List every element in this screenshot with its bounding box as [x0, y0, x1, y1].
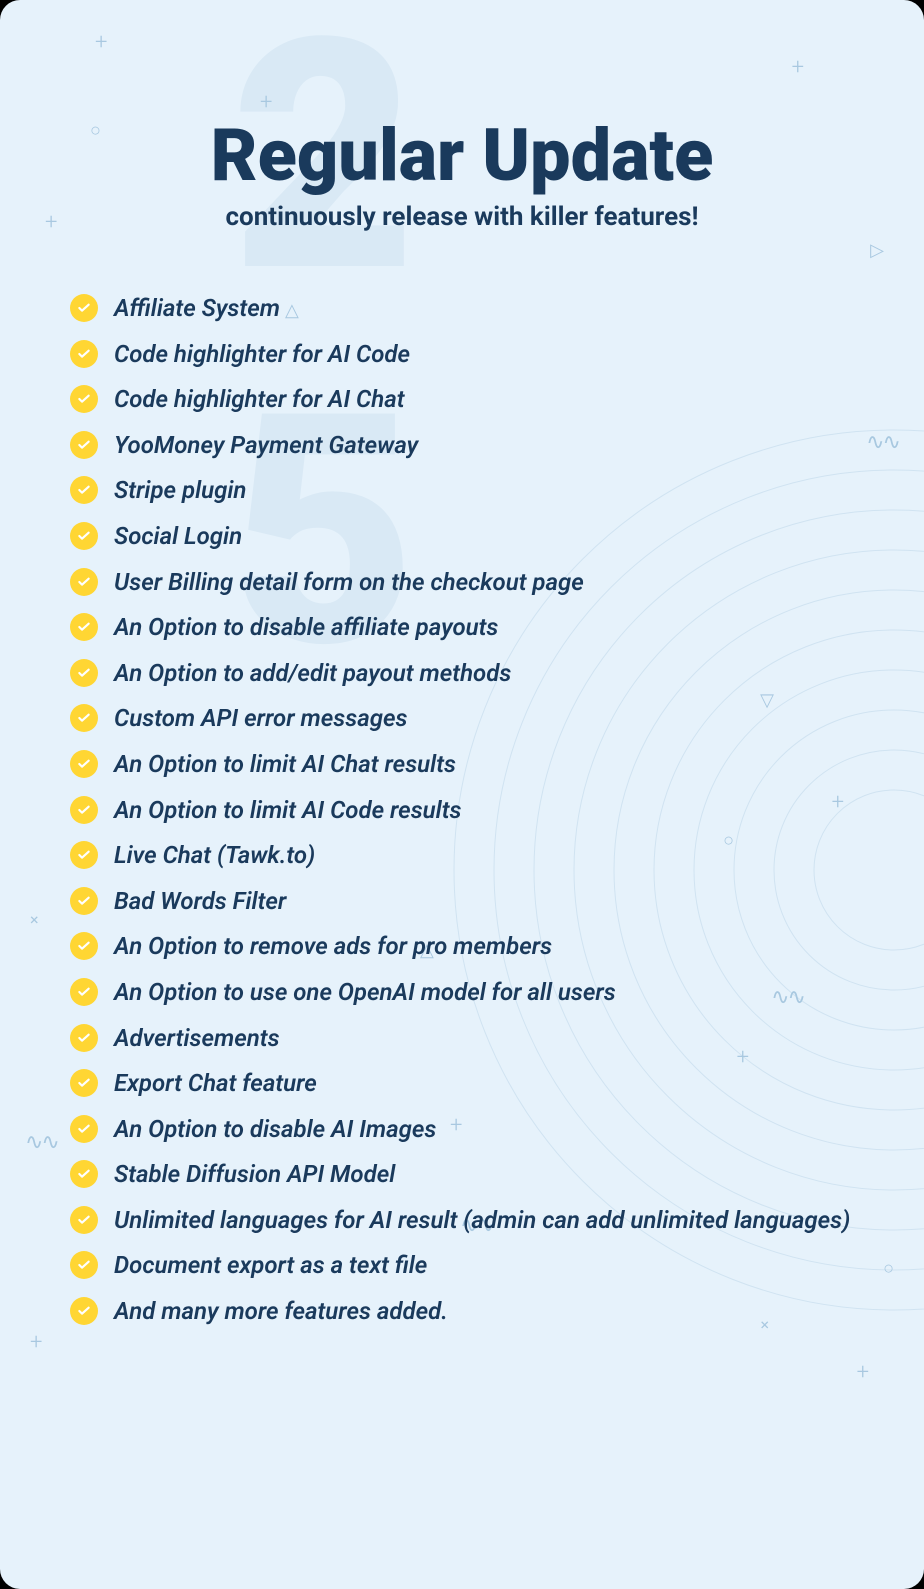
feature-item: Unlimited languages for AI result (admin…: [70, 1204, 854, 1238]
feature-item: Live Chat (Tawk.to): [70, 839, 854, 873]
feature-text: Code highlighter for AI Code: [114, 338, 410, 372]
feature-text: An Option to remove ads for pro members: [114, 930, 552, 964]
check-icon: [70, 932, 98, 960]
feature-item: Custom API error messages: [70, 702, 854, 736]
feature-text: And many more features added.: [114, 1295, 448, 1329]
check-icon: [70, 841, 98, 869]
feature-text: An Option to disable AI Images: [114, 1113, 436, 1147]
check-icon: [70, 887, 98, 915]
feature-text: An Option to use one OpenAI model for al…: [114, 976, 616, 1010]
feature-item: Export Chat feature: [70, 1067, 854, 1101]
feature-item: An Option to add/edit payout methods: [70, 657, 854, 691]
check-icon: [70, 431, 98, 459]
check-icon: [70, 796, 98, 824]
feature-item: And many more features added.: [70, 1295, 854, 1329]
check-icon: [70, 340, 98, 368]
feature-list: Affiliate System Code highlighter for AI …: [70, 292, 854, 1329]
check-icon: [70, 1069, 98, 1097]
update-card: 2 5 + + ○ + + △ ▷ ∿∿ ○ ▽ + ○ × △ ∿∿ + + …: [0, 0, 924, 1589]
feature-text: Custom API error messages: [114, 702, 407, 736]
deco-circle-icon: ○: [883, 1258, 894, 1279]
feature-item: Social Login: [70, 520, 854, 554]
check-icon: [70, 568, 98, 596]
feature-text: Live Chat (Tawk.to): [114, 839, 315, 873]
feature-item: An Option to disable AI Images: [70, 1113, 854, 1147]
feature-item: Document export as a text file: [70, 1249, 854, 1283]
feature-item: Advertisements: [70, 1022, 854, 1056]
feature-text: An Option to disable affiliate payouts: [114, 611, 498, 645]
feature-item: An Option to remove ads for pro members: [70, 930, 854, 964]
feature-text: Unlimited languages for AI result (admin…: [114, 1204, 850, 1238]
feature-text: Stripe plugin: [114, 474, 246, 508]
feature-item: Affiliate System: [70, 292, 854, 326]
feature-text: An Option to limit AI Code results: [114, 794, 462, 828]
check-icon: [70, 704, 98, 732]
deco-x-icon: ×: [30, 910, 39, 929]
feature-text: Affiliate System: [114, 292, 280, 326]
feature-text: Stable Diffusion API Model: [114, 1158, 395, 1192]
check-icon: [70, 1206, 98, 1234]
deco-triangle-icon: ▷: [870, 240, 884, 261]
check-icon: [70, 522, 98, 550]
feature-item: YooMoney Payment Gateway: [70, 429, 854, 463]
card-title: Regular Update: [70, 120, 854, 192]
feature-item: An Option to disable affiliate payouts: [70, 611, 854, 645]
feature-text: Bad Words Filter: [114, 885, 286, 919]
deco-plus-icon: +: [792, 55, 804, 80]
card-subtitle: continuously release with killer feature…: [70, 202, 854, 232]
feature-text: An Option to add/edit payout methods: [114, 657, 511, 691]
feature-text: Document export as a text file: [114, 1249, 427, 1283]
check-icon: [70, 1251, 98, 1279]
feature-text: Export Chat feature: [114, 1067, 317, 1101]
check-icon: [70, 294, 98, 322]
deco-squiggle-icon: ∿∿: [866, 430, 899, 455]
check-icon: [70, 659, 98, 687]
check-icon: [70, 750, 98, 778]
deco-plus-icon: +: [95, 30, 107, 55]
feature-text: Advertisements: [114, 1022, 280, 1056]
feature-text: An Option to limit AI Chat results: [114, 748, 456, 782]
feature-item: An Option to limit AI Code results: [70, 794, 854, 828]
feature-text: Social Login: [114, 520, 242, 554]
deco-plus-icon: +: [857, 1360, 869, 1385]
feature-item: Bad Words Filter: [70, 885, 854, 919]
deco-plus-icon: +: [45, 210, 57, 235]
deco-plus-icon: +: [260, 90, 272, 115]
feature-item: User Billing detail form on the checkout…: [70, 566, 854, 600]
deco-circle-icon: ○: [0, 510, 1, 531]
feature-text: Code highlighter for AI Chat: [114, 383, 405, 417]
check-icon: [70, 1297, 98, 1325]
check-icon: [70, 978, 98, 1006]
check-icon: [70, 1160, 98, 1188]
deco-squiggle-icon: ∿∿: [25, 1130, 58, 1155]
feature-item: Code highlighter for AI Code: [70, 338, 854, 372]
deco-plus-icon: +: [30, 1330, 42, 1355]
feature-text: YooMoney Payment Gateway: [114, 429, 418, 463]
check-icon: [70, 613, 98, 641]
feature-item: Stable Diffusion API Model: [70, 1158, 854, 1192]
feature-item: An Option to use one OpenAI model for al…: [70, 976, 854, 1010]
feature-item: Stripe plugin: [70, 474, 854, 508]
check-icon: [70, 1115, 98, 1143]
feature-item: Code highlighter for AI Chat: [70, 383, 854, 417]
check-icon: [70, 1024, 98, 1052]
feature-text: User Billing detail form on the checkout…: [114, 566, 584, 600]
feature-item: An Option to limit AI Chat results: [70, 748, 854, 782]
check-icon: [70, 385, 98, 413]
card-header: Regular Update continuously release with…: [70, 120, 854, 232]
check-icon: [70, 476, 98, 504]
